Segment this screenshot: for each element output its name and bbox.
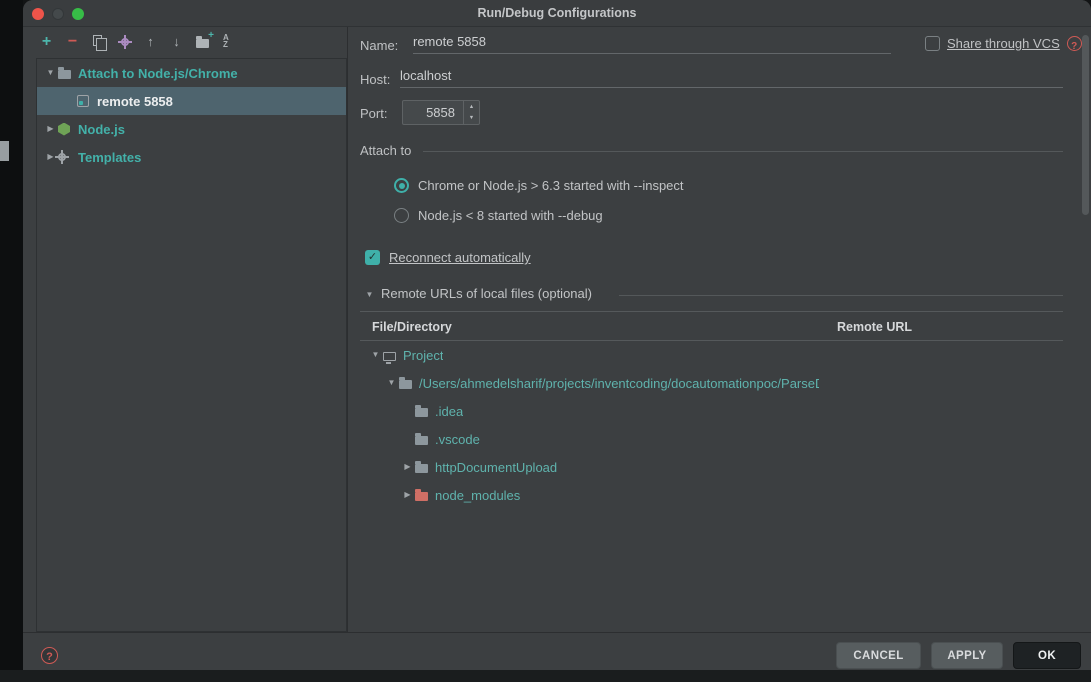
sidebar-item-templates[interactable]: Templates [37, 143, 346, 171]
remove-configuration-button[interactable] [62, 31, 83, 52]
column-remote-url: Remote URL [837, 320, 913, 334]
port-label: Port: [360, 106, 388, 121]
arrow-up-icon [147, 34, 154, 49]
port-value[interactable]: 5858 [403, 101, 463, 124]
sidebar-item-label: Attach to Node.js/Chrome [78, 65, 238, 81]
project-icon [383, 351, 396, 364]
node-attach-config-icon [77, 95, 89, 107]
stepper-up-icon[interactable] [464, 101, 479, 113]
folder-icon [58, 67, 71, 79]
name-label: Name: [360, 38, 399, 53]
edit-templates-button[interactable] [114, 31, 135, 52]
sidebar-item-label: remote 5858 [97, 93, 173, 109]
nodejs-icon [58, 122, 70, 136]
excluded-folder-icon [415, 489, 428, 501]
remote-urls-separator [619, 295, 1063, 296]
add-configuration-button[interactable] [36, 31, 57, 52]
name-input[interactable]: remote 5858 [413, 32, 891, 54]
tree-item-label: .vscode [435, 431, 480, 447]
minus-icon [68, 33, 77, 51]
sidebar-item-label: Templates [78, 149, 142, 165]
sidebar-item-label: Node.js [78, 121, 125, 137]
footer-divider [23, 632, 1091, 633]
table-row-project[interactable]: Project [360, 341, 1063, 369]
sidebar-item-remote-5858[interactable]: remote 5858 [37, 87, 346, 115]
folder-icon [415, 461, 428, 473]
attach-option-inspect: Chrome or Node.js > 6.3 started with --i… [394, 178, 684, 193]
sidebar-item-nodejs[interactable]: Node.js [37, 115, 346, 143]
apply-button[interactable]: APPLY [931, 642, 1003, 669]
remote-urls-label: Remote URLs of local files (optional) [381, 286, 592, 301]
sort-configurations-button[interactable] [218, 31, 239, 52]
titlebar: Run/Debug Configurations [23, 0, 1091, 27]
chevron-right-icon[interactable] [400, 491, 415, 499]
table-row-project-root[interactable]: /Users/ahmedelsharif/projects/inventcodi… [360, 369, 1063, 397]
background-window-edge [0, 0, 23, 682]
attach-option-debug: Node.js < 8 started with --debug [394, 208, 603, 223]
folder-icon [415, 405, 428, 417]
chevron-right-icon[interactable] [43, 125, 58, 133]
run-debug-configurations-dialog: Run/Debug Configurations Attach to Node.… [23, 0, 1091, 670]
stepper-arrows [463, 101, 479, 124]
templates-gear-icon [58, 153, 66, 161]
chevron-right-icon[interactable] [400, 463, 415, 471]
reconnect-row: Reconnect automatically [365, 250, 531, 265]
sort-az-icon [222, 33, 235, 49]
table-row-idea[interactable]: .idea [360, 397, 1063, 425]
help-icon[interactable] [1066, 36, 1082, 51]
tree-item-label: Project [403, 347, 444, 363]
share-vcs-checkbox[interactable] [925, 36, 940, 51]
attach-to-separator [423, 151, 1063, 152]
radio-debug[interactable] [394, 208, 409, 223]
configurations-toolbar [36, 30, 239, 52]
remote-urls-table: File/Directory Remote URL Project /Users… [360, 311, 1063, 509]
table-row-vscode[interactable]: .vscode [360, 425, 1063, 453]
move-up-button[interactable] [140, 31, 161, 52]
table-row-node-modules[interactable]: node_modules [360, 481, 1063, 509]
vertical-scrollbar[interactable] [1082, 35, 1089, 215]
plus-icon [42, 33, 51, 51]
radio-inspect[interactable] [394, 178, 409, 193]
attach-to-label: Attach to [360, 143, 412, 158]
chevron-down-icon[interactable] [362, 291, 377, 299]
cancel-button[interactable]: CANCEL [836, 642, 921, 669]
stepper-down-icon[interactable] [464, 113, 479, 125]
configurations-tree: Attach to Node.js/Chrome remote 5858 Nod… [36, 58, 347, 632]
background-bottom-edge [0, 670, 1091, 682]
share-vcs-label: Share through VCS [947, 36, 1060, 51]
tree-item-label: .idea [435, 403, 464, 419]
move-down-button[interactable] [166, 31, 187, 52]
gear-icon [120, 37, 129, 46]
tree-item-label: node_modules [435, 487, 521, 503]
radio-debug-label: Node.js < 8 started with --debug [418, 208, 603, 223]
arrow-down-icon [173, 34, 180, 49]
port-stepper[interactable]: 5858 [402, 100, 480, 125]
create-folder-button[interactable] [192, 30, 214, 52]
chevron-down-icon[interactable] [43, 69, 58, 77]
host-label: Host: [360, 72, 391, 87]
folder-icon [399, 377, 412, 389]
reconnect-checkbox[interactable] [365, 250, 380, 265]
reconnect-label: Reconnect automatically [389, 250, 531, 265]
sidebar-item-attach-group[interactable]: Attach to Node.js/Chrome [37, 59, 346, 87]
new-folder-icon [196, 30, 214, 48]
chevron-down-icon[interactable] [384, 379, 399, 387]
column-file-directory: File/Directory [372, 320, 452, 334]
window-title: Run/Debug Configurations [477, 6, 637, 20]
folder-icon [415, 433, 428, 445]
table-header: File/Directory Remote URL [360, 311, 1063, 341]
tree-item-label: /Users/ahmedelsharif/projects/inventcodi… [419, 375, 819, 391]
copy-configuration-button[interactable] [88, 31, 109, 52]
radio-inspect-label: Chrome or Node.js > 6.3 started with --i… [418, 178, 684, 193]
dialog-help-button[interactable] [41, 647, 58, 664]
tree-item-label: httpDocumentUpload [435, 459, 558, 475]
host-input[interactable]: localhost [400, 66, 1063, 88]
ok-button[interactable]: OK [1013, 642, 1081, 669]
configuration-form: Name: remote 5858 Share through VCS Host… [347, 27, 1091, 632]
chevron-down-icon[interactable] [368, 351, 383, 359]
share-vcs-group: Share through VCS [925, 36, 1082, 51]
background-artifact [0, 141, 9, 161]
table-row-httpdocumentupload[interactable]: httpDocumentUpload [360, 453, 1063, 481]
copy-icon [92, 35, 107, 51]
